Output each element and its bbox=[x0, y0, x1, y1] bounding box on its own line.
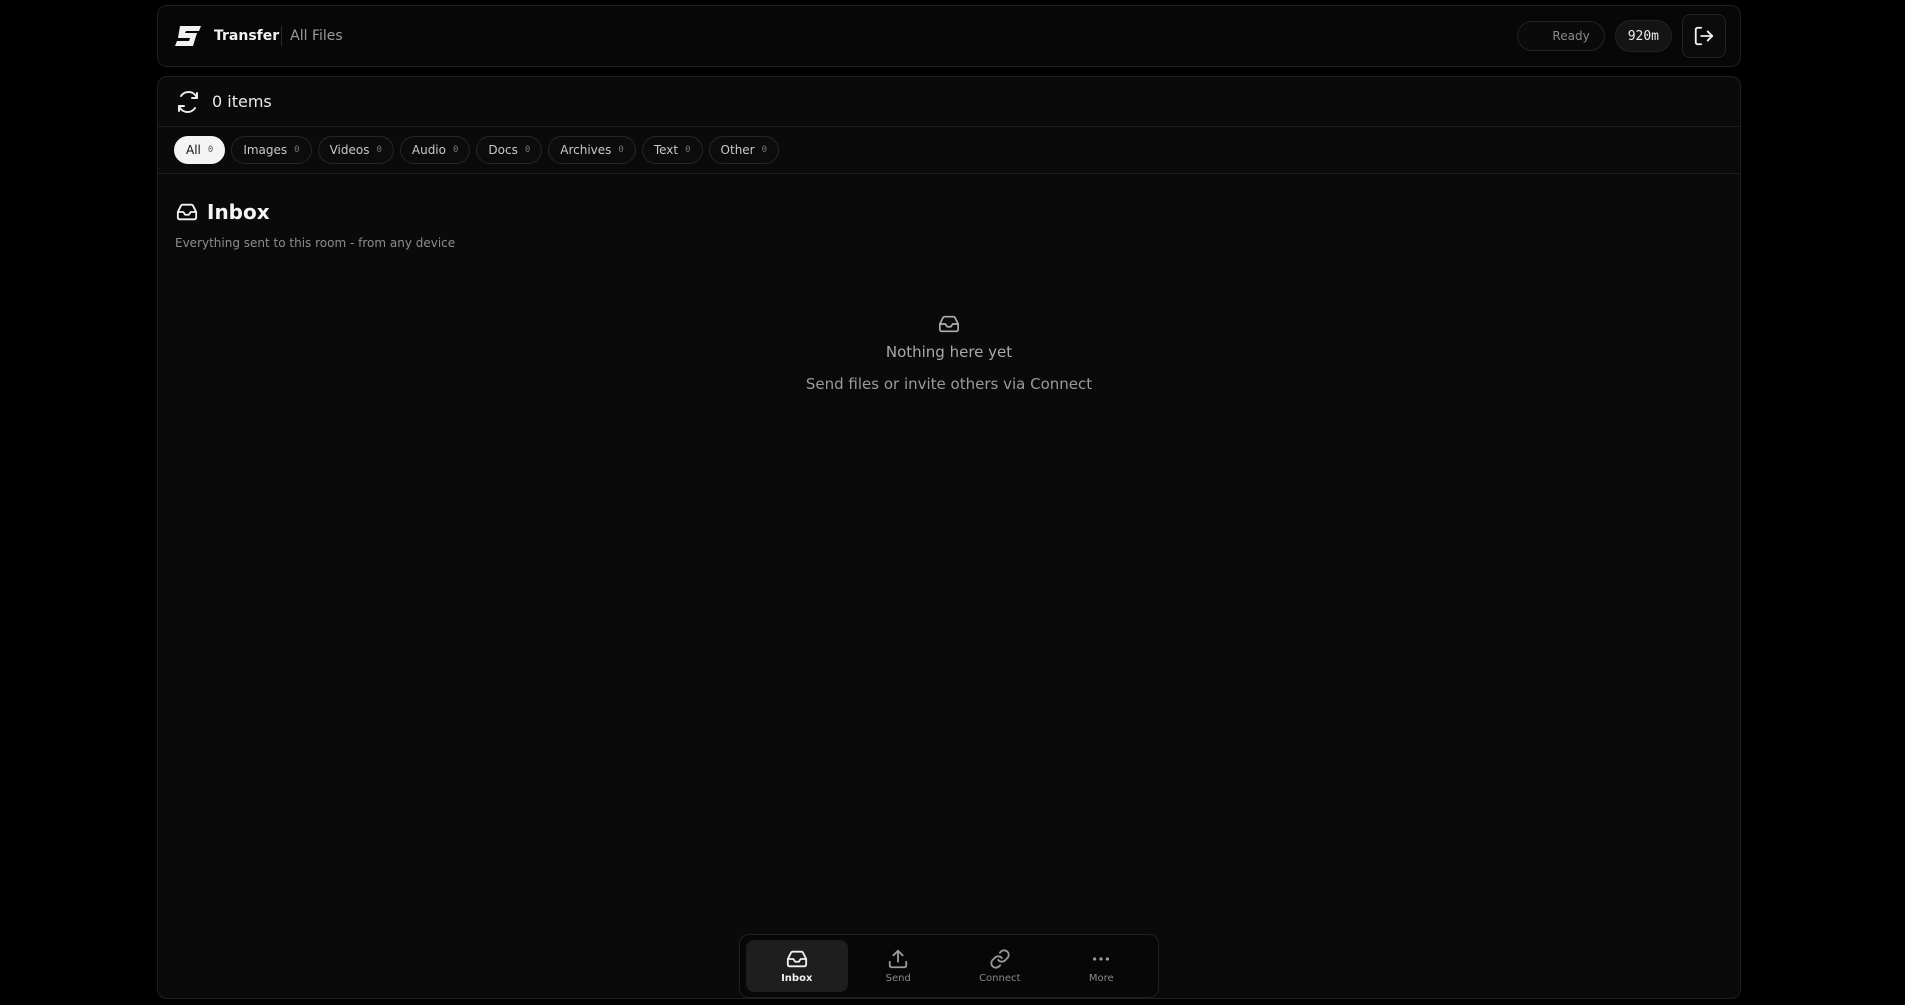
divider bbox=[281, 26, 283, 46]
logout-icon bbox=[1694, 26, 1714, 46]
refresh-button[interactable] bbox=[176, 90, 200, 114]
logo-icon bbox=[174, 24, 204, 48]
upload-icon bbox=[889, 949, 908, 969]
filter-other[interactable]: Other 0 bbox=[708, 136, 780, 164]
top-bar: Transfer All Files Ready 920m bbox=[157, 5, 1741, 67]
bottom-nav: Inbox Send Connect More bbox=[739, 934, 1159, 998]
empty-subtitle: Send files or invite others via Connect bbox=[805, 375, 1093, 393]
inbox-icon bbox=[786, 950, 807, 968]
link-icon bbox=[990, 949, 1010, 969]
filter-bar: All 0 Images 0 Videos 0 Audio 0 Docs 0 A… bbox=[158, 127, 1740, 174]
inbox-heading: Inbox bbox=[158, 174, 1740, 224]
timer-badge: 920m bbox=[1614, 20, 1672, 52]
status-badge: Ready bbox=[1517, 21, 1605, 51]
empty-state: Nothing here yet Send files or invite ot… bbox=[158, 313, 1740, 393]
items-count: 0 items bbox=[212, 92, 272, 111]
empty-title: Nothing here yet bbox=[885, 343, 1013, 361]
brand[interactable]: Transfer bbox=[174, 24, 279, 48]
brand-name: Transfer bbox=[214, 28, 280, 44]
filter-archives[interactable]: Archives 0 bbox=[548, 136, 636, 164]
nav-label: Connect bbox=[979, 973, 1021, 984]
nav-connect[interactable]: Connect bbox=[949, 940, 1051, 992]
items-header: 0 items bbox=[158, 77, 1740, 127]
nav-more[interactable]: More bbox=[1051, 940, 1153, 992]
page-subtitle: Everything sent to this room - from any … bbox=[175, 236, 456, 250]
main-panel: 0 items All 0 Images 0 Videos 0 Audio 0 … bbox=[157, 76, 1741, 999]
filter-audio[interactable]: Audio 0 bbox=[399, 136, 471, 164]
nav-label: More bbox=[1088, 973, 1114, 984]
inbox-icon bbox=[176, 203, 198, 221]
nav-inbox[interactable]: Inbox bbox=[746, 940, 848, 992]
page-title: Inbox bbox=[207, 200, 270, 224]
nav-label: Send bbox=[885, 973, 911, 984]
filter-all[interactable]: All 0 bbox=[174, 136, 226, 164]
more-icon bbox=[1093, 957, 1110, 961]
filter-text[interactable]: Text 0 bbox=[641, 136, 703, 164]
filter-docs[interactable]: Docs 0 bbox=[476, 136, 543, 164]
filter-videos[interactable]: Videos 0 bbox=[317, 136, 394, 164]
nav-label: Inbox bbox=[781, 973, 813, 984]
logout-button[interactable] bbox=[1682, 14, 1726, 58]
filter-images[interactable]: Images 0 bbox=[231, 136, 312, 164]
refresh-icon bbox=[178, 90, 198, 113]
inbox-empty-icon bbox=[939, 315, 959, 333]
nav-send[interactable]: Send bbox=[848, 940, 950, 992]
section-name: All Files bbox=[290, 28, 343, 44]
